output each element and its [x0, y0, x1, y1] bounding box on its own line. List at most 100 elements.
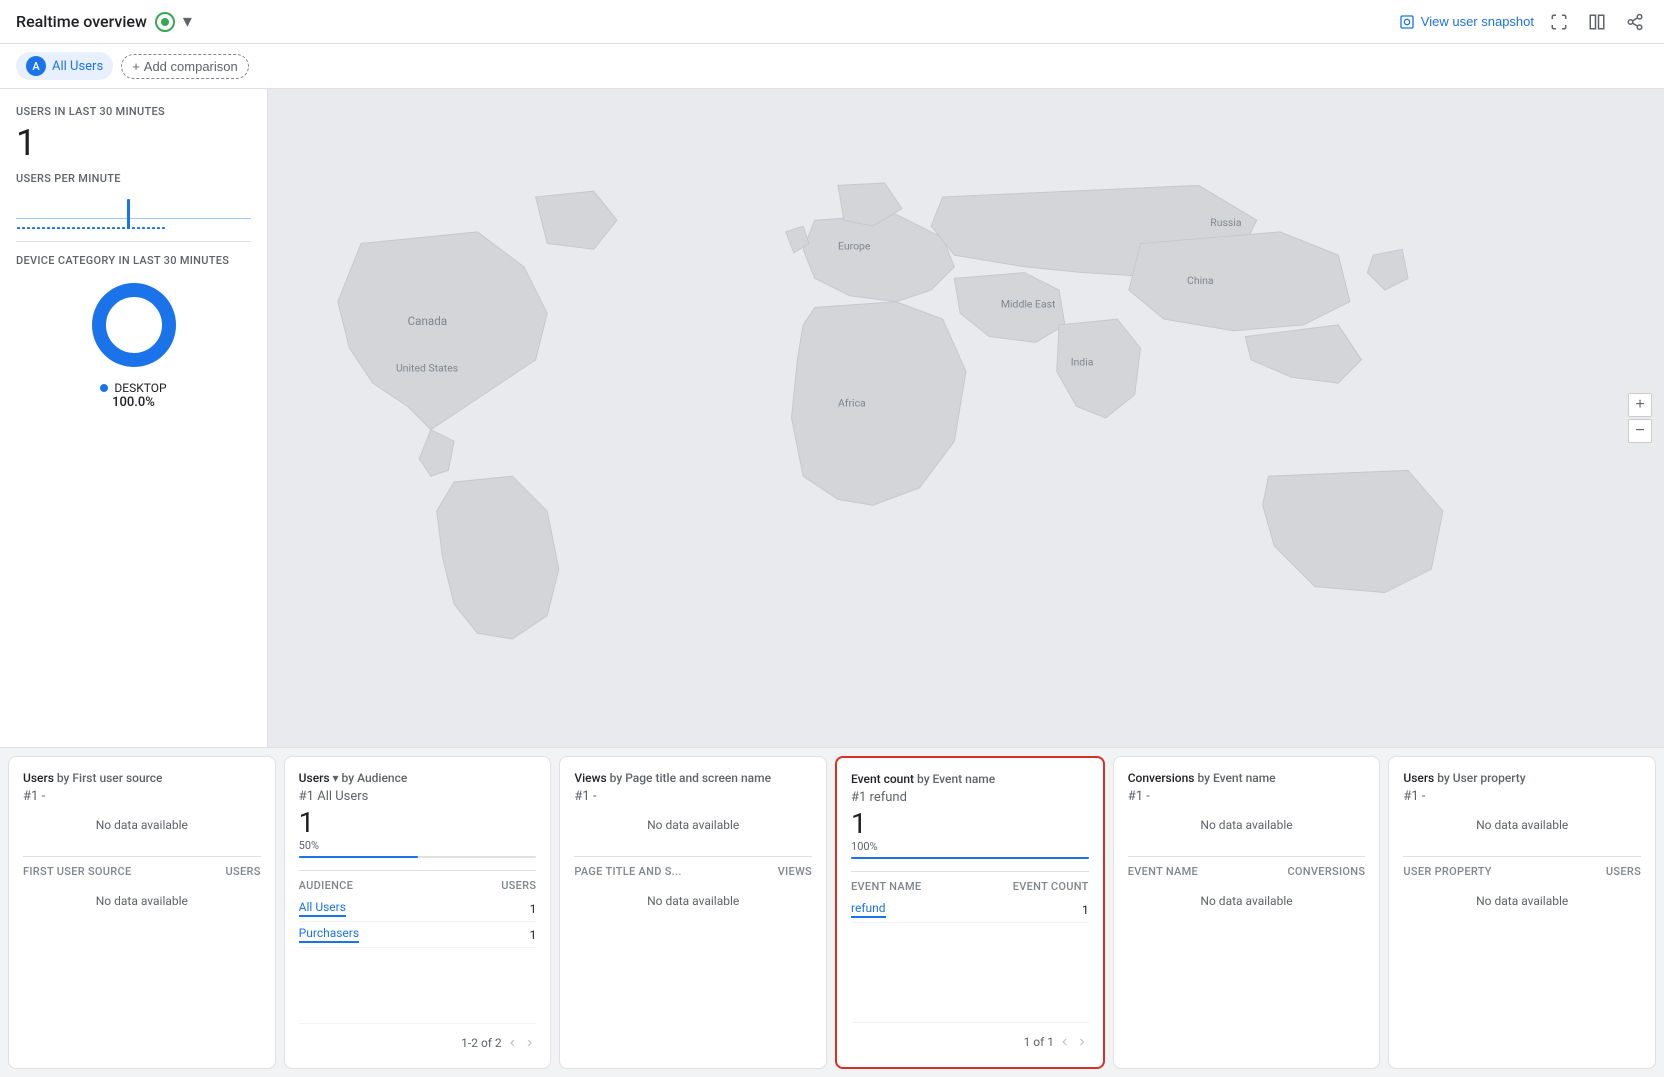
card-rank-first-user-source: #1 - [23, 789, 261, 804]
svg-text:India: India [1071, 356, 1094, 369]
divider-1 [16, 241, 251, 242]
add-comparison-button[interactable]: + Add comparison [121, 54, 249, 79]
status-icon [155, 12, 175, 32]
desktop-label: DESKTOP [114, 381, 166, 395]
users-per-min-label: USERS PER MINUTE [16, 172, 251, 185]
card-table-header-first-user-source: FIRST USER SOURCE USERS [23, 856, 261, 878]
card-title-event-count: Event count by Event name [851, 772, 1089, 786]
col1-header-user-property: USER PROPERTY [1403, 865, 1491, 878]
col2-header-conversions: CONVERSIONS [1287, 865, 1365, 878]
card-table-header-audience: AUDIENCE USERS [299, 870, 537, 892]
card-footer-audience: 1-2 of 2 ‹ › [299, 1023, 537, 1054]
col1-header-event-count: EVENT NAME [851, 880, 921, 893]
next-page-button-event-count[interactable]: › [1075, 1031, 1088, 1053]
users-30min-label: USERS IN LAST 30 MINUTES [16, 105, 251, 118]
card-no-data-bottom-first-user-source: No data available [23, 882, 261, 920]
card-main-value-audience: 1 [299, 806, 537, 839]
header-right: View user snapshot [1399, 9, 1648, 35]
card-first-user-source: Users by First user source #1 - No data av… [8, 756, 276, 1069]
desktop-percent: 100.0% [112, 395, 155, 410]
comparison-icon [1588, 13, 1606, 31]
prev-page-button-audience[interactable]: ‹ [506, 1032, 519, 1054]
card-percent-audience: 50% [299, 839, 537, 852]
card-progress-audience [299, 856, 537, 858]
card-title-page-views: Views by Page title and screen name [574, 771, 812, 785]
card-progress-fill-audience [299, 856, 418, 858]
card-event-count: Event count by Event name#1 refund1100%E… [835, 756, 1105, 1069]
card-table-header-conversions: EVENT NAME CONVERSIONS [1128, 856, 1366, 878]
svg-text:Canada: Canada [408, 314, 448, 328]
card-rank-user-property: #1 - [1403, 789, 1641, 804]
status-dot [161, 18, 169, 26]
all-users-filter[interactable]: A All Users [16, 52, 113, 80]
row-value: 1 [1082, 903, 1089, 917]
col2-header-audience: USERS [501, 879, 536, 892]
card-no-data-bottom-user-property: No data available [1403, 882, 1641, 920]
donut-svg [84, 275, 184, 375]
card-no-data-top-conversions: No data available [1128, 806, 1366, 844]
card-conversions: Conversions by Event name #1 - No data ava… [1113, 756, 1381, 1069]
share-button[interactable] [1622, 9, 1648, 35]
all-users-label: All Users [52, 59, 103, 74]
card-title-audience: Users ▾ by Audience [299, 771, 537, 785]
header-left: Realtime overview ▾ [16, 11, 192, 32]
card-rank-event-count: #1 refund [851, 790, 1089, 805]
svg-text:Africa: Africa [838, 396, 866, 409]
card-main-value-event-count: 1 [851, 807, 1089, 840]
card-no-data-top-first-user-source: No data available [23, 806, 261, 844]
zoom-controls: + − [1628, 393, 1652, 443]
card-percent-event-count: 100% [851, 840, 1089, 853]
card-table-header-user-property: USER PROPERTY USERS [1403, 856, 1641, 878]
world-map: Canada United States Europe Russia India… [268, 89, 1664, 747]
fullscreen-button[interactable] [1546, 9, 1572, 35]
col1-header-page-views: PAGE TITLE AND S... [574, 865, 681, 878]
row-name[interactable]: All Users [299, 900, 346, 917]
comparison-button[interactable] [1584, 9, 1610, 35]
svg-text:Russia: Russia [1210, 216, 1242, 229]
view-user-snapshot-button[interactable]: View user snapshot [1399, 14, 1534, 30]
row-name[interactable]: refund [851, 901, 886, 918]
card-no-data-bottom-page-views: No data available [574, 882, 812, 920]
zoom-out-button[interactable]: − [1628, 419, 1652, 443]
row-name[interactable]: Purchasers [299, 926, 359, 943]
card-title-conversions: Conversions by Event name [1128, 771, 1366, 785]
card-rank-audience: #1 All Users [299, 789, 537, 804]
col2-header-page-views: VIEWS [778, 865, 812, 878]
share-icon [1626, 13, 1644, 31]
col1-header-conversions: EVENT NAME [1128, 865, 1198, 878]
svg-text:Middle East: Middle East [1001, 297, 1056, 310]
snapshot-icon [1399, 14, 1415, 30]
filter-bar: A All Users + Add comparison [0, 44, 1664, 89]
zoom-in-button[interactable]: + [1628, 393, 1652, 417]
main-content: USERS IN LAST 30 MINUTES 1 USERS PER MIN… [0, 89, 1664, 747]
card-table-header-event-count: EVENT NAMEEVENT COUNT [851, 871, 1089, 893]
left-panel: USERS IN LAST 30 MINUTES 1 USERS PER MIN… [0, 89, 268, 747]
col2-header-user-property: USERS [1606, 865, 1641, 878]
table-row: Purchasers 1 [299, 922, 537, 948]
svg-text:China: China [1187, 274, 1214, 287]
header: Realtime overview ▾ View user snapshot [0, 0, 1664, 44]
card-progress-fill-event-count [851, 857, 1089, 859]
add-icon: + [132, 59, 140, 74]
map-svg: Canada United States Europe Russia India… [268, 89, 1664, 747]
svg-text:Europe: Europe [838, 239, 871, 252]
desktop-legend-dot [100, 384, 108, 392]
card-title-first-user-source: Users by First user source [23, 771, 261, 785]
view-snapshot-label: View user snapshot [1421, 14, 1534, 29]
fullscreen-icon [1550, 13, 1568, 31]
users-per-minute-chart [16, 189, 251, 229]
add-comparison-label: Add comparison [144, 59, 238, 74]
col1-header-audience: AUDIENCE [299, 879, 354, 892]
header-dropdown-icon[interactable]: ▾ [183, 11, 192, 32]
row-value: 1 [530, 902, 537, 916]
card-rank-page-views: #1 - [574, 789, 812, 804]
card-no-data-bottom-conversions: No data available [1128, 882, 1366, 920]
users-count: 1 [16, 122, 251, 164]
card-rank-conversions: #1 - [1128, 789, 1366, 804]
prev-page-button-event-count[interactable]: ‹ [1058, 1031, 1071, 1053]
card-progress-event-count [851, 857, 1089, 859]
col2-header-first-user-source: USERS [226, 865, 261, 878]
col1-header-first-user-source: FIRST USER SOURCE [23, 865, 132, 878]
card-page-views: Views by Page title and screen name #1 - N… [559, 756, 827, 1069]
next-page-button-audience[interactable]: › [523, 1032, 536, 1054]
